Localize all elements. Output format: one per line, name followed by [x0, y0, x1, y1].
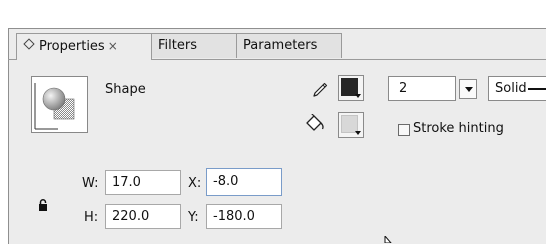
stroke-style-label: Solid	[495, 81, 527, 96]
x-label: X:	[188, 176, 202, 191]
stroke-color-swatch[interactable]	[338, 75, 364, 101]
shape-preview-icon	[31, 76, 88, 133]
tab-close-icon[interactable]: ×	[108, 39, 118, 53]
object-type-label: Shape	[105, 82, 146, 97]
panel-menu-diamond-icon	[23, 38, 35, 50]
stroke-width-field[interactable]: 2	[388, 76, 456, 101]
tab-filters[interactable]: Filters	[151, 33, 237, 58]
fill-color-swatch[interactable]	[338, 112, 364, 138]
y-label: Y:	[188, 210, 199, 225]
height-label: H:	[84, 210, 99, 225]
x-field[interactable]: -8.0	[206, 168, 282, 196]
width-field[interactable]: 17.0	[105, 170, 181, 195]
width-label: W:	[82, 176, 99, 191]
height-field[interactable]: 220.0	[105, 204, 181, 229]
chevron-down-icon	[465, 87, 473, 92]
tab-properties-label: Properties	[39, 39, 105, 54]
tab-parameters-label: Parameters	[243, 38, 318, 53]
lock-icon[interactable]	[38, 199, 48, 211]
tab-properties[interactable]: Properties ×	[16, 33, 152, 60]
paint-bucket-icon	[306, 114, 324, 131]
tab-filters-label: Filters	[158, 38, 197, 53]
stroke-hinting-label: Stroke hinting	[413, 121, 504, 136]
chevron-down-icon	[355, 94, 361, 98]
y-field[interactable]: -180.0	[206, 204, 282, 229]
solid-line-preview-icon	[527, 87, 546, 90]
tab-parameters[interactable]: Parameters	[236, 33, 342, 58]
stroke-style-select[interactable]: Solid	[488, 76, 546, 101]
mouse-cursor-icon	[384, 236, 392, 243]
stroke-width-dropdown-button[interactable]	[459, 79, 477, 99]
stroke-hinting-checkbox[interactable]	[398, 124, 410, 136]
chevron-down-icon	[355, 131, 361, 135]
pencil-icon	[313, 82, 328, 97]
